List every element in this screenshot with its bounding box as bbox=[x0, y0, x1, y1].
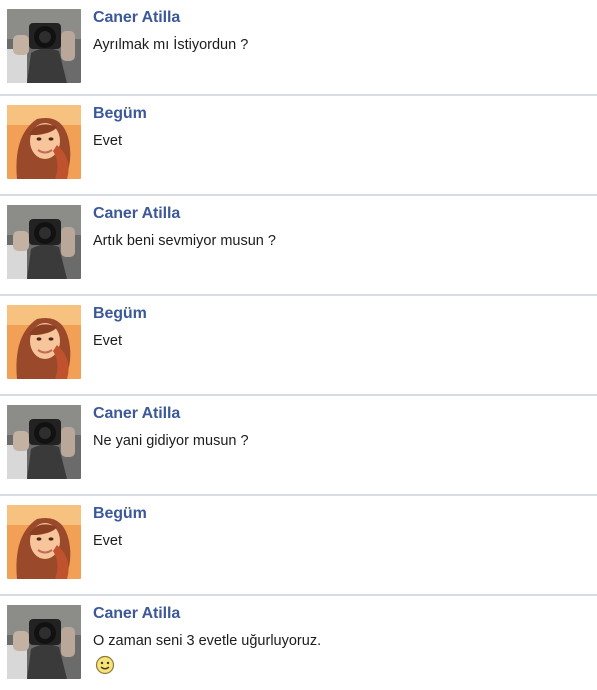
girl-portrait-avatar[interactable] bbox=[7, 105, 81, 179]
camera-man-avatar[interactable] bbox=[7, 9, 81, 83]
girl-portrait-avatar[interactable] bbox=[7, 305, 81, 379]
message-author[interactable]: Begüm bbox=[93, 305, 147, 323]
message-text: Evet bbox=[93, 533, 123, 549]
message-thread: Caner Atilla Ayrılmak mı İstiyordun ? Be… bbox=[0, 0, 597, 690]
message-item: Begüm Evet bbox=[0, 96, 597, 196]
message-author[interactable]: Caner Atilla bbox=[93, 405, 180, 423]
camera-man-avatar[interactable] bbox=[7, 405, 81, 479]
message-text: Evet bbox=[93, 333, 123, 349]
message-item: Caner Atilla O zaman seni 3 evetle uğurl… bbox=[0, 596, 597, 690]
message-text: Ne yani gidiyor musun ? bbox=[93, 433, 249, 449]
message-item: Caner Atilla Ayrılmak mı İstiyordun ? bbox=[0, 0, 597, 96]
message-text: Artık beni sevmiyor musun ? bbox=[93, 233, 276, 249]
message-item: Caner Atilla Ne yani gidiyor musun ? bbox=[0, 396, 597, 496]
message-item: Caner Atilla Artık beni sevmiyor musun ? bbox=[0, 196, 597, 296]
message-author[interactable]: Caner Atilla bbox=[93, 9, 180, 27]
message-item: Begüm Evet bbox=[0, 496, 597, 596]
girl-portrait-avatar[interactable] bbox=[7, 505, 81, 579]
message-author[interactable]: Begüm bbox=[93, 505, 147, 523]
message-text: Ayrılmak mı İstiyordun ? bbox=[93, 37, 249, 53]
camera-man-avatar[interactable] bbox=[7, 605, 81, 679]
message-author[interactable]: Begüm bbox=[93, 105, 147, 123]
message-author[interactable]: Caner Atilla bbox=[93, 205, 180, 223]
smiley-icon bbox=[95, 655, 115, 675]
message-item: Begüm Evet bbox=[0, 296, 597, 396]
camera-man-avatar[interactable] bbox=[7, 205, 81, 279]
message-author[interactable]: Caner Atilla bbox=[93, 605, 180, 623]
message-text: Evet bbox=[93, 133, 123, 149]
message-text: O zaman seni 3 evetle uğurluyoruz. bbox=[93, 633, 322, 649]
